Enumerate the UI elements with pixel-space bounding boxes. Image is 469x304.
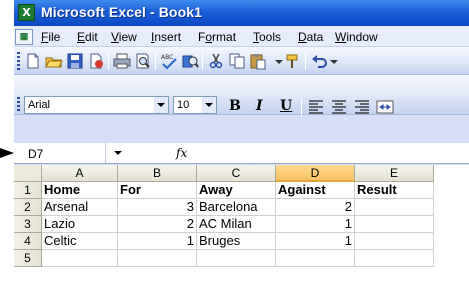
- merge-center-icon[interactable]: [376, 98, 394, 116]
- toolbar-separator: [202, 52, 203, 70]
- row-header-4[interactable]: 4: [14, 233, 42, 250]
- excel-app-icon[interactable]: X: [18, 4, 35, 21]
- italic-button[interactable]: I: [256, 98, 263, 114]
- cell-d5[interactable]: [276, 250, 355, 267]
- cell-a5[interactable]: [42, 250, 118, 267]
- cell-e1[interactable]: Result: [355, 182, 434, 199]
- font-dropdown-icon[interactable]: [154, 97, 168, 113]
- cell-b2[interactable]: 3: [118, 199, 197, 216]
- cell-c4[interactable]: Bruges: [197, 233, 276, 250]
- workbook-icon[interactable]: ▦: [15, 29, 33, 45]
- toolbar-separator: [155, 52, 156, 70]
- select-all-corner[interactable]: [14, 165, 42, 182]
- cell-e5[interactable]: [355, 250, 434, 267]
- font-size-box[interactable]: 10: [173, 96, 217, 114]
- cell-c3[interactable]: AC Milan: [197, 216, 276, 233]
- undo-dropdown-icon[interactable]: [328, 52, 346, 70]
- column-header-e[interactable]: E: [355, 165, 434, 182]
- menu-view[interactable]: View: [111, 30, 137, 44]
- paste-icon[interactable]: [249, 52, 267, 70]
- align-left-icon[interactable]: [307, 98, 325, 116]
- cell-a2[interactable]: Arsenal: [42, 199, 118, 216]
- menu-bar: ▦ File Edit View Insert Format Tools Dat…: [14, 26, 469, 47]
- row-header-5[interactable]: 5: [14, 250, 42, 267]
- cell-a1[interactable]: Home: [42, 182, 118, 199]
- svg-text:ABC: ABC: [161, 54, 173, 61]
- toolbar-grip[interactable]: [17, 97, 20, 112]
- font-name-value: Arial: [28, 99, 51, 111]
- font-name-box[interactable]: Arial: [24, 96, 169, 114]
- column-header-d[interactable]: D: [276, 165, 355, 182]
- row-header-3[interactable]: 3: [14, 216, 42, 233]
- name-box[interactable]: D7: [14, 143, 106, 163]
- format-painter-icon[interactable]: [284, 52, 302, 70]
- cell-b5[interactable]: [118, 250, 197, 267]
- toolbar-separator: [301, 98, 302, 116]
- cell-d3[interactable]: 1: [276, 216, 355, 233]
- undo-icon[interactable]: [310, 52, 328, 70]
- research-icon[interactable]: [181, 52, 199, 70]
- cell-d2[interactable]: 2: [276, 199, 355, 216]
- column-header-b[interactable]: B: [118, 165, 197, 182]
- menu-window[interactable]: Window: [335, 30, 378, 44]
- bold-button[interactable]: B: [229, 98, 241, 114]
- menu-data[interactable]: Data: [298, 30, 323, 44]
- toolbar-grip[interactable]: [17, 52, 20, 70]
- underline-button[interactable]: U: [280, 98, 292, 114]
- menu-tools[interactable]: Tools: [253, 30, 281, 44]
- spelling-icon[interactable]: ABC: [160, 52, 178, 70]
- toolbar-separator: [305, 52, 306, 70]
- cell-d4[interactable]: 1: [276, 233, 355, 250]
- font-size-value: 10: [177, 99, 190, 111]
- print-icon[interactable]: [113, 52, 131, 70]
- menu-edit[interactable]: Edit: [77, 30, 98, 44]
- insert-function-icon[interactable]: fx: [176, 146, 187, 160]
- pointer-arrow-icon: [0, 148, 14, 158]
- copy-icon[interactable]: [228, 52, 246, 70]
- title-bar: X Microsoft Excel - Book1: [14, 0, 469, 26]
- cell-c1[interactable]: Away: [197, 182, 276, 199]
- standard-toolbar: ABC: [14, 47, 469, 75]
- menu-insert[interactable]: Insert: [151, 30, 181, 44]
- font-size-dropdown-icon[interactable]: [202, 97, 216, 113]
- toolbar-separator: [108, 52, 109, 70]
- row-header-1[interactable]: 1: [14, 182, 42, 199]
- permission-icon[interactable]: [87, 52, 105, 70]
- formula-bar: D7 fx: [14, 143, 469, 164]
- spreadsheet-grid: A B C D E 1 Home For Away Against Result 2 Arsenal 3 B…: [14, 165, 469, 304]
- excel-window: X Microsoft Excel - Book1 ▦ File Edit Vi…: [14, 0, 469, 304]
- name-box-value: D7: [28, 147, 44, 161]
- new-icon[interactable]: [24, 52, 42, 70]
- menu-file[interactable]: File: [41, 30, 60, 44]
- cell-a3[interactable]: Lazio: [42, 216, 118, 233]
- cell-a4[interactable]: Celtic: [42, 233, 118, 250]
- name-box-dropdown-icon[interactable]: [114, 151, 122, 155]
- open-icon[interactable]: [45, 52, 63, 70]
- menu-format[interactable]: Format: [198, 30, 236, 44]
- cell-b3[interactable]: 2: [118, 216, 197, 233]
- cell-b4[interactable]: 1: [118, 233, 197, 250]
- cell-e2[interactable]: [355, 199, 434, 216]
- cell-d1[interactable]: Against: [276, 182, 355, 199]
- row-header-2[interactable]: 2: [14, 199, 42, 216]
- cut-icon[interactable]: [207, 52, 225, 70]
- column-header-a[interactable]: A: [42, 165, 118, 182]
- window-title: Microsoft Excel - Book1: [41, 4, 203, 20]
- save-icon[interactable]: [66, 52, 84, 70]
- print-preview-icon[interactable]: [134, 52, 152, 70]
- align-right-icon[interactable]: [353, 98, 371, 116]
- column-header-c[interactable]: C: [197, 165, 276, 182]
- cell-b1[interactable]: For: [118, 182, 197, 199]
- cell-e4[interactable]: [355, 233, 434, 250]
- cell-e3[interactable]: [355, 216, 434, 233]
- cell-c2[interactable]: Barcelona: [197, 199, 276, 216]
- align-center-icon[interactable]: [330, 98, 348, 116]
- cell-c5[interactable]: [197, 250, 276, 267]
